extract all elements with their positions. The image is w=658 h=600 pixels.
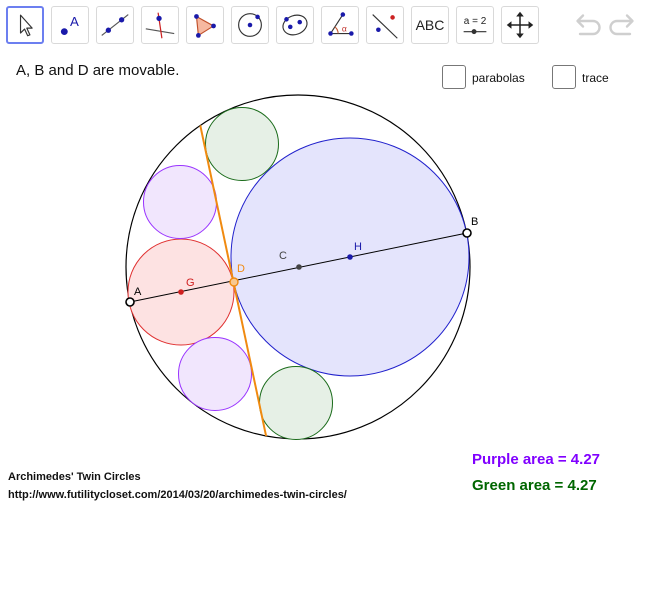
purple-circle-upper (143, 165, 217, 239)
point-g (178, 289, 184, 295)
point-b[interactable] (462, 228, 472, 238)
purple-circle-lower (178, 337, 252, 411)
label-b: B (471, 216, 478, 228)
point-d[interactable] (229, 277, 239, 287)
label-a: A (134, 286, 142, 298)
green-area-readout: Green area = 4.27 (472, 477, 597, 494)
label-d: D (237, 263, 245, 275)
credit-title: Archimedes' Twin Circles (8, 471, 141, 483)
label-c: C (279, 250, 287, 262)
green-circle-upper (205, 107, 279, 181)
point-c (296, 264, 302, 270)
label-h: H (354, 241, 362, 253)
purple-area-readout: Purple area = 4.27 (472, 451, 600, 468)
label-g: G (186, 277, 195, 289)
credit-url: http://www.futilitycloset.com/2014/03/20… (8, 489, 347, 501)
point-h (347, 254, 353, 260)
geometry-canvas[interactable]: A B C D G H (0, 0, 658, 600)
point-a[interactable] (125, 297, 135, 307)
green-circle-lower (259, 366, 333, 440)
